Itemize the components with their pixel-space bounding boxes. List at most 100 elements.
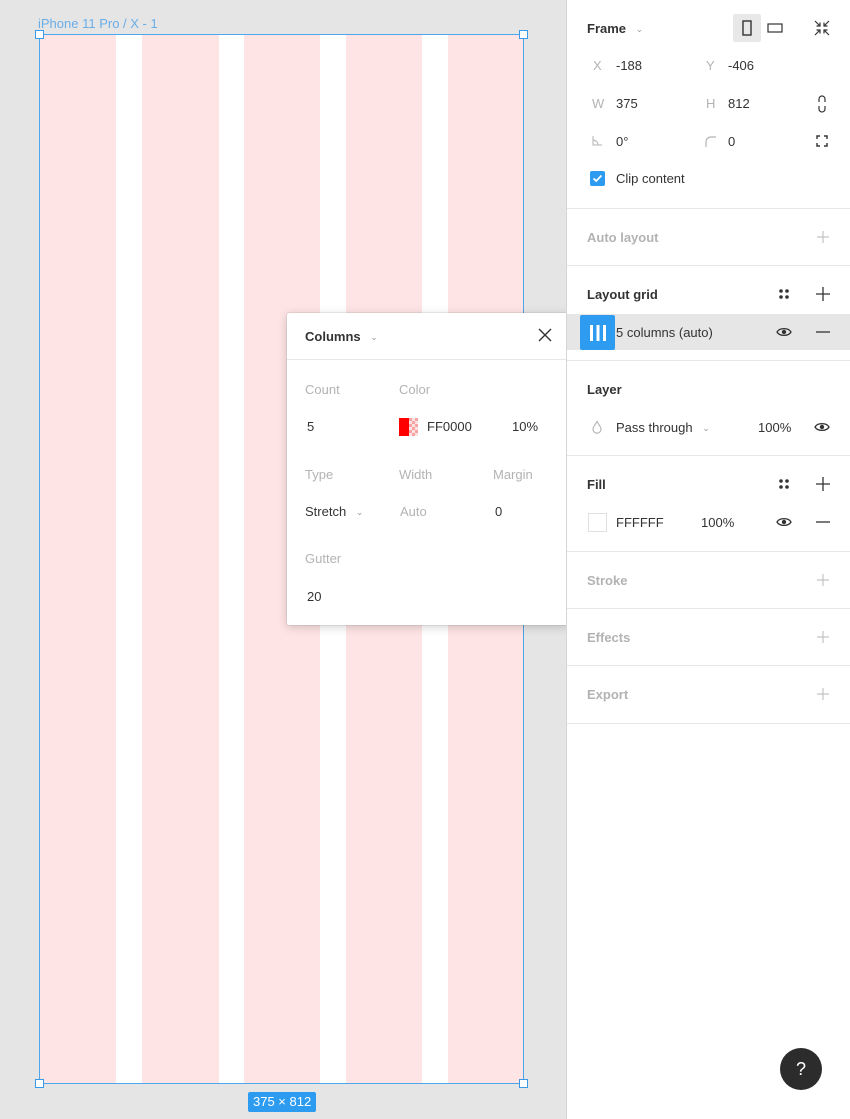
fill-styles-icon[interactable] xyxy=(777,477,791,491)
resize-handle-bottom-left[interactable] xyxy=(35,1079,44,1088)
x-label: X xyxy=(593,58,602,73)
grid-settings-button[interactable] xyxy=(580,315,615,350)
layer-opacity-input[interactable]: 100% xyxy=(758,420,791,435)
portrait-icon xyxy=(742,20,752,36)
checkmark-icon xyxy=(592,174,603,183)
stroke-title: Stroke xyxy=(587,573,628,588)
grid-column xyxy=(142,35,219,1083)
color-swatch[interactable] xyxy=(399,418,418,436)
chevron-down-icon: ⌄ xyxy=(370,331,378,342)
frame-title: Frame xyxy=(587,21,627,36)
x-input[interactable]: -188 xyxy=(616,58,642,73)
properties-panel: Frame ⌄ X -188 Y -406 W 375 H 812 0° 0 C… xyxy=(566,0,850,1119)
clip-content-label[interactable]: Clip content xyxy=(616,171,685,186)
margin-label: Margin xyxy=(493,467,533,482)
link-icon xyxy=(818,95,826,113)
corner-radius-icon xyxy=(703,134,717,148)
resize-to-fit-icon xyxy=(814,20,830,36)
fill-color-swatch[interactable] xyxy=(588,513,607,532)
width-input[interactable]: Auto xyxy=(400,504,427,519)
frame-name-label[interactable]: iPhone 11 Pro / X - 1 xyxy=(38,16,158,31)
remove-layout-grid-minus-icon[interactable] xyxy=(815,324,831,340)
fill-title: Fill xyxy=(587,477,606,492)
height-input[interactable]: 812 xyxy=(728,96,750,111)
chevron-down-icon: ⌄ xyxy=(702,423,710,433)
count-input[interactable]: 5 xyxy=(307,419,314,434)
frame-preset-dropdown[interactable]: Frame ⌄ xyxy=(587,21,643,36)
blend-mode-value: Pass through xyxy=(616,420,693,435)
type-value: Stretch xyxy=(305,504,347,519)
constrain-proportions-button[interactable] xyxy=(815,94,829,114)
layout-grid-item[interactable]: 5 columns (auto) xyxy=(567,314,850,350)
layout-grid-item-label: 5 columns (auto) xyxy=(616,325,713,340)
rotation-icon xyxy=(590,134,604,148)
h-label: H xyxy=(706,96,716,111)
effects-section: Effects xyxy=(567,609,850,666)
layer-title: Layer xyxy=(587,382,622,397)
help-icon: ? xyxy=(795,1058,806,1079)
blend-mode-icon xyxy=(592,420,602,434)
resize-handle-top-right[interactable] xyxy=(519,30,528,39)
gutter-label: Gutter xyxy=(305,551,342,566)
corner-radius-input[interactable]: 0 xyxy=(728,134,735,149)
type-label: Type xyxy=(305,467,334,482)
export-section: Export xyxy=(567,666,850,724)
blend-mode-dropdown[interactable]: Pass through ⌄ xyxy=(616,420,710,435)
y-label: Y xyxy=(706,58,715,73)
grid-type-dropdown[interactable]: Columns ⌄ xyxy=(305,329,378,344)
w-label: W xyxy=(592,96,605,111)
width-input[interactable]: 375 xyxy=(616,96,638,111)
chevron-down-icon: ⌄ xyxy=(635,24,644,34)
resize-handle-bottom-right[interactable] xyxy=(519,1079,528,1088)
color-label: Color xyxy=(399,382,431,397)
dimensions-badge: 375 × 812 xyxy=(248,1092,317,1112)
export-title: Export xyxy=(587,687,629,702)
margin-input[interactable]: 0 xyxy=(495,504,502,519)
gutter-input[interactable]: 20 xyxy=(307,589,321,604)
independent-corners-icon xyxy=(816,135,828,147)
auto-layout-title: Auto layout xyxy=(587,230,659,245)
fill-opacity-input[interactable]: 100% xyxy=(701,515,734,530)
add-export-plus-icon[interactable] xyxy=(815,686,831,702)
fill-hex-input[interactable]: FFFFFF xyxy=(616,515,664,530)
resize-to-fit-button[interactable] xyxy=(812,18,832,38)
help-button[interactable]: ? xyxy=(780,1048,822,1090)
fill-section: Fill FFFFFF 100% xyxy=(567,456,850,552)
layout-grid-title: Layout grid xyxy=(587,287,658,302)
chevron-down-icon: ⌄ xyxy=(355,507,364,517)
add-layout-grid-plus-icon[interactable] xyxy=(815,286,831,302)
resize-handle-top-left[interactable] xyxy=(35,30,44,39)
eye-icon[interactable] xyxy=(776,515,792,529)
add-stroke-plus-icon[interactable] xyxy=(815,572,831,588)
landscape-orientation-button[interactable] xyxy=(765,14,785,42)
color-opacity-input[interactable]: 10% xyxy=(512,419,538,434)
color-hex-input[interactable]: FF0000 xyxy=(427,419,472,434)
layout-grid-settings-popover: Columns ⌄ Count Color 5 FF0000 10% Type … xyxy=(287,313,569,625)
y-input[interactable]: -406 xyxy=(728,58,754,73)
grid-styles-icon[interactable] xyxy=(777,287,791,301)
grid-column xyxy=(40,35,116,1083)
width-label: Width xyxy=(399,467,433,482)
add-effect-plus-icon[interactable] xyxy=(815,629,831,645)
portrait-orientation-button[interactable] xyxy=(733,14,761,42)
count-label: Count xyxy=(305,382,340,397)
type-dropdown[interactable]: Stretch ⌄ xyxy=(305,504,363,519)
popover-title: Columns xyxy=(305,328,361,344)
clip-content-checkbox[interactable] xyxy=(590,171,605,186)
add-fill-plus-icon[interactable] xyxy=(815,476,831,492)
layout-grid-section: Layout grid 5 columns (auto) xyxy=(567,266,850,361)
eye-icon[interactable] xyxy=(776,325,792,339)
eye-icon[interactable] xyxy=(814,420,830,434)
add-auto-layout-plus-icon[interactable] xyxy=(815,229,831,245)
popover-header: Columns ⌄ xyxy=(287,313,569,360)
effects-title: Effects xyxy=(587,630,631,645)
layer-section: Layer Pass through ⌄ 100% xyxy=(567,361,850,456)
remove-fill-minus-icon[interactable] xyxy=(815,514,831,530)
landscape-icon xyxy=(767,23,783,33)
rotation-input[interactable]: 0° xyxy=(616,134,628,149)
auto-layout-section: Auto layout xyxy=(567,209,850,266)
stroke-section: Stroke xyxy=(567,552,850,609)
close-icon[interactable] xyxy=(537,327,553,343)
independent-corners-button[interactable] xyxy=(815,134,829,148)
columns-icon xyxy=(589,324,606,341)
